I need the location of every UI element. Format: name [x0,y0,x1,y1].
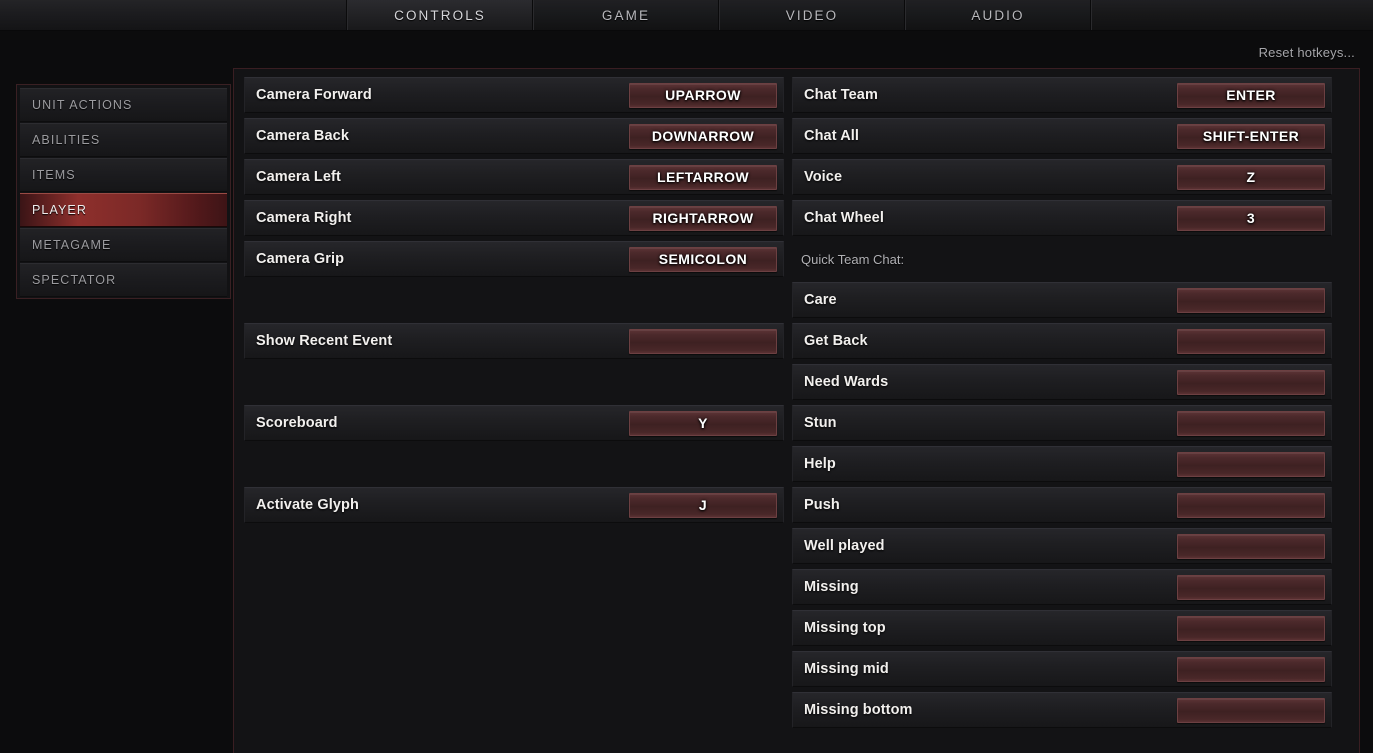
sidebar-item-label: METAGAME [32,238,112,252]
bind-row-help[interactable]: Help [792,446,1332,482]
category-sidebar: UNIT ACTIONS ABILITIES ITEMS PLAYER METAGAME… [16,84,231,299]
bind-label-scoreboard: Scoreboard [256,415,338,431]
bind-row-stun[interactable]: Stun [792,405,1332,441]
bind-row-camera-right[interactable]: Camera Right RIGHTARROW [244,200,784,236]
bind-row-activate-glyph[interactable]: Activate Glyph J [244,487,784,523]
bind-label-get-back: Get Back [804,333,868,349]
bind-label-missing-bottom: Missing bottom [804,702,913,718]
bind-row-voice[interactable]: Voice Z [792,159,1332,195]
bind-row-camera-left[interactable]: Camera Left LEFTARROW [244,159,784,195]
key-binding-button-chat-all[interactable]: SHIFT-ENTER [1177,123,1325,149]
bind-label-camera-right: Camera Right [256,210,352,226]
key-binding-button-missing-mid[interactable] [1177,656,1325,682]
sidebar-item-label: ABILITIES [32,133,101,147]
sidebar-item-items[interactable]: ITEMS [20,158,227,192]
bind-label-care: Care [804,292,837,308]
bind-label-need-wards: Need Wards [804,374,889,390]
bind-label-camera-left: Camera Left [256,169,341,185]
key-binding-button-get-back[interactable] [1177,328,1325,354]
sidebar-item-metagame[interactable]: METAGAME [20,228,227,262]
bind-row-chat-wheel[interactable]: Chat Wheel 3 [792,200,1332,236]
bind-label-missing: Missing [804,579,859,595]
key-binding-button-camera-back[interactable]: DOWNARROW [629,123,777,149]
bind-row-missing[interactable]: Missing [792,569,1332,605]
bind-row-scoreboard[interactable]: Scoreboard Y [244,405,784,441]
bind-label-push: Push [804,497,840,513]
key-binding-button-scoreboard[interactable]: Y [629,410,777,436]
bind-row-push[interactable]: Push [792,487,1332,523]
tab-game[interactable]: GAME [533,0,719,30]
bind-label-camera-grip: Camera Grip [256,251,345,267]
bindings-column-right: Chat Team ENTER Chat All SHIFT-ENTER Voice Z C… [792,77,1332,753]
settings-tab-bar: CONTROLS GAME VIDEO AUDIO [0,0,1373,31]
key-binding-button-help[interactable] [1177,451,1325,477]
sidebar-item-label: ITEMS [32,168,76,182]
key-binding-button-care[interactable] [1177,287,1325,313]
key-binding-button-missing-bottom[interactable] [1177,697,1325,723]
bind-label-stun: Stun [804,415,837,431]
tab-video[interactable]: VIDEO [719,0,905,30]
bind-label-chat-wheel: Chat Wheel [804,210,884,226]
bind-label-missing-top: Missing top [804,620,886,636]
sidebar-item-label: PLAYER [32,203,88,217]
bind-label-show-recent-event: Show Recent Event [256,333,393,349]
bind-row-missing-top[interactable]: Missing top [792,610,1332,646]
tab-audio[interactable]: AUDIO [905,0,1091,30]
bind-row-camera-grip[interactable]: Camera Grip SEMICOLON [244,241,784,277]
key-binding-button-voice[interactable]: Z [1177,164,1325,190]
bind-label-chat-team: Chat Team [804,87,878,103]
sidebar-item-spectator[interactable]: SPECTATOR [20,263,227,297]
bind-row-missing-mid[interactable]: Missing mid [792,651,1332,687]
key-binding-button-stun[interactable] [1177,410,1325,436]
key-binding-button-camera-left[interactable]: LEFTARROW [629,164,777,190]
bindings-column-left: Camera Forward UPARROW Camera Back DOWNARRO… [244,77,784,753]
key-binding-button-chat-team[interactable]: ENTER [1177,82,1325,108]
key-binding-button-well-played[interactable] [1177,533,1325,559]
bind-row-camera-back[interactable]: Camera Back DOWNARROW [244,118,784,154]
tab-bar-right-filler [1091,0,1373,30]
sidebar-item-player[interactable]: PLAYER [20,193,227,227]
bind-label-chat-all: Chat All [804,128,860,144]
section-heading-quick-team-chat: Quick Team Chat: [801,251,905,267]
bind-label-camera-forward: Camera Forward [256,87,372,103]
bind-label-camera-back: Camera Back [256,128,349,144]
sidebar-item-abilities[interactable]: ABILITIES [20,123,227,157]
reset-hotkeys-link[interactable]: Reset hotkeys... [1259,45,1355,60]
key-binding-button-missing-top[interactable] [1177,615,1325,641]
key-binding-button-activate-glyph[interactable]: J [629,492,777,518]
bind-label-help: Help [804,456,836,472]
key-binding-button-missing[interactable] [1177,574,1325,600]
key-binding-button-push[interactable] [1177,492,1325,518]
bind-row-chat-all[interactable]: Chat All SHIFT-ENTER [792,118,1332,154]
key-binding-button-chat-wheel[interactable]: 3 [1177,205,1325,231]
key-binding-button-camera-right[interactable]: RIGHTARROW [629,205,777,231]
sidebar-item-unit-actions[interactable]: UNIT ACTIONS [20,88,227,122]
bind-row-missing-bottom[interactable]: Missing bottom [792,692,1332,728]
bind-row-well-played[interactable]: Well played [792,528,1332,564]
key-binding-button-need-wards[interactable] [1177,369,1325,395]
bind-row-get-back[interactable]: Get Back [792,323,1332,359]
tab-bar-left-filler [0,0,347,30]
bind-row-camera-forward[interactable]: Camera Forward UPARROW [244,77,784,113]
sidebar-item-label: SPECTATOR [32,273,117,287]
key-binding-button-camera-forward[interactable]: UPARROW [629,82,777,108]
bind-label-well-played: Well played [804,538,885,554]
bind-row-need-wards[interactable]: Need Wards [792,364,1332,400]
bind-label-voice: Voice [804,169,843,185]
bind-row-show-recent-event[interactable]: Show Recent Event [244,323,784,359]
bind-row-care[interactable]: Care [792,282,1332,318]
bind-label-missing-mid: Missing mid [804,661,889,677]
tab-controls[interactable]: CONTROLS [347,0,533,30]
bind-row-chat-team[interactable]: Chat Team ENTER [792,77,1332,113]
key-binding-button-show-recent-event[interactable] [629,328,777,354]
sidebar-item-label: UNIT ACTIONS [32,98,133,112]
hotkey-bindings-panel: Camera Forward UPARROW Camera Back DOWNARRO… [233,68,1360,753]
bind-label-activate-glyph: Activate Glyph [256,497,359,513]
key-binding-button-camera-grip[interactable]: SEMICOLON [629,246,777,272]
